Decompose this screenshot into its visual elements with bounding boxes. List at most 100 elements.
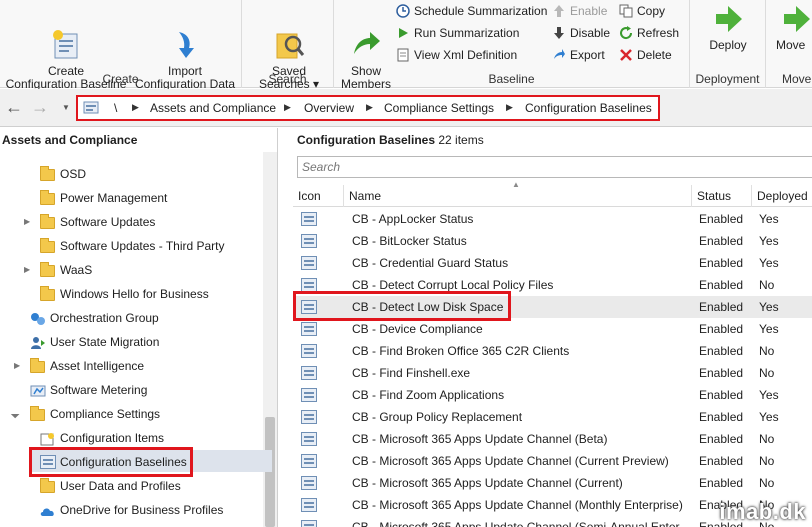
deploy-button[interactable]: Deploy bbox=[698, 2, 758, 52]
results-pane: Configuration Baselines 22 items Search … bbox=[290, 128, 812, 527]
table-row[interactable]: CB - Microsoft 365 Apps Update Channel (… bbox=[293, 450, 812, 472]
folder-icon bbox=[40, 190, 56, 205]
configuration-baseline-icon bbox=[301, 366, 317, 380]
group-label-baseline: Baseline bbox=[488, 72, 535, 86]
breadcrumb-compliance-settings[interactable]: Compliance Settings bbox=[384, 101, 494, 115]
ribbon-group-search: Saved Searches ▾ Search bbox=[242, 0, 334, 91]
row-status: Enabled bbox=[699, 388, 744, 402]
chevron-right-icon[interactable]: ▶ bbox=[506, 102, 513, 113]
table-row[interactable]: CB - Group Policy Replacement Enabled Yes bbox=[293, 406, 812, 428]
export-label: Export bbox=[570, 48, 605, 62]
column-header-deployed[interactable]: Deployed bbox=[752, 185, 812, 207]
configuration-baseline-icon bbox=[301, 476, 317, 490]
configuration-baseline-icon bbox=[301, 234, 317, 248]
row-deployed: No bbox=[759, 366, 775, 380]
row-deployed: Yes bbox=[759, 256, 779, 270]
copy-button[interactable]: Copy bbox=[619, 1, 665, 21]
column-header-status[interactable]: Status bbox=[692, 185, 752, 207]
orchestration-group-icon bbox=[30, 311, 46, 325]
expand-arrow-icon[interactable]: ▶ bbox=[24, 259, 30, 281]
group-label-search: Search bbox=[268, 72, 307, 86]
row-status: Enabled bbox=[699, 322, 744, 336]
expand-arrow-icon[interactable]: ▶ bbox=[14, 355, 20, 377]
enable-button[interactable]: Enable bbox=[552, 1, 607, 21]
row-status: Enabled bbox=[699, 212, 744, 226]
ribbon-group-move: Move Move bbox=[766, 0, 812, 88]
breadcrumb-root[interactable]: \ bbox=[114, 101, 117, 115]
row-name: CB - AppLocker Status bbox=[352, 212, 474, 226]
table-row[interactable]: CB - BitLocker Status Enabled Yes bbox=[293, 230, 812, 252]
export-button[interactable]: Export bbox=[552, 45, 605, 65]
column-header-name[interactable]: Name bbox=[344, 185, 692, 207]
history-dropdown-icon[interactable]: ▼ bbox=[56, 98, 76, 118]
table-row[interactable]: CB - Credential Guard Status Enabled Yes bbox=[293, 252, 812, 274]
view-xml-definition-button[interactable]: View Xml Definition bbox=[396, 45, 517, 65]
row-status: Enabled bbox=[699, 234, 744, 248]
search-input[interactable]: Search bbox=[297, 156, 812, 178]
disable-button[interactable]: Disable bbox=[552, 23, 610, 43]
configuration-baseline-icon bbox=[301, 278, 317, 292]
row-status: Enabled bbox=[699, 256, 744, 270]
chevron-right-icon[interactable]: ▶ bbox=[132, 102, 139, 113]
forward-arrow-icon[interactable]: → bbox=[30, 98, 50, 118]
chevron-right-icon[interactable]: ▶ bbox=[366, 102, 373, 113]
copy-label: Copy bbox=[637, 4, 666, 18]
breadcrumb: \ ▶ Assets and Compliance ▶ Overview ▶ C… bbox=[76, 95, 660, 121]
breadcrumb-overview[interactable]: Overview bbox=[304, 101, 354, 115]
move-label: Move bbox=[776, 38, 806, 52]
table-row[interactable]: CB - Microsoft 365 Apps Update Channel (… bbox=[293, 428, 812, 450]
column-headers: Icon Name Status Deployed bbox=[293, 185, 812, 207]
breadcrumb-assets-and-compliance[interactable]: Assets and Compliance bbox=[150, 101, 276, 115]
move-button[interactable]: Move bbox=[776, 2, 812, 52]
expand-arrow-icon[interactable]: ▶ bbox=[24, 211, 30, 233]
run-summarization-button[interactable]: Run Summarization bbox=[396, 23, 519, 43]
row-status: Enabled bbox=[699, 432, 744, 446]
refresh-icon bbox=[619, 26, 633, 40]
group-label-deployment: Deployment bbox=[695, 72, 760, 86]
configuration-baseline-icon bbox=[301, 498, 317, 512]
row-status: Enabled bbox=[699, 366, 744, 380]
folder-icon bbox=[40, 166, 56, 181]
results-title: Configuration Baselines 22 items bbox=[297, 133, 484, 147]
folder-icon bbox=[30, 358, 46, 373]
xml-label: View Xml Definition bbox=[414, 48, 518, 62]
refresh-button[interactable]: Refresh bbox=[619, 23, 679, 43]
table-row[interactable]: CB - Find Finshell.exe Enabled No bbox=[293, 362, 812, 384]
row-status: Enabled bbox=[699, 300, 744, 314]
row-name: CB - Microsoft 365 Apps Update Channel (… bbox=[352, 498, 683, 512]
delete-button[interactable]: Delete bbox=[619, 45, 672, 65]
schedule-summarization-button[interactable]: Schedule Summarization bbox=[396, 1, 547, 21]
chevron-right-icon[interactable]: ▶ bbox=[284, 102, 291, 113]
highlight-box bbox=[293, 291, 511, 321]
row-deployed: Yes bbox=[759, 212, 779, 226]
row-name: CB - Find Broken Office 365 C2R Clients bbox=[352, 344, 570, 358]
configuration-baseline-icon bbox=[301, 212, 317, 226]
navigation-pane-title: Assets and Compliance bbox=[2, 133, 138, 147]
collapse-arrow-icon[interactable]: ◢ bbox=[5, 404, 25, 424]
table-row[interactable]: CB - AppLocker Status Enabled Yes bbox=[293, 208, 812, 230]
enable-arrow-icon bbox=[552, 4, 566, 18]
row-name: CB - BitLocker Status bbox=[352, 234, 467, 248]
row-deployed: Yes bbox=[759, 410, 779, 424]
tree-item-label: User Data and Profiles bbox=[60, 479, 181, 493]
copy-icon bbox=[619, 4, 633, 18]
configuration-baseline-icon bbox=[301, 344, 317, 358]
column-header-icon[interactable]: Icon bbox=[293, 185, 344, 207]
tree-item-label: Software Updates bbox=[60, 215, 156, 229]
tree-item-label: Orchestration Group bbox=[50, 311, 159, 325]
back-arrow-icon[interactable]: ← bbox=[4, 98, 24, 118]
ribbon: Create Configuration Baseline Import Con… bbox=[0, 0, 812, 91]
clock-icon bbox=[396, 4, 410, 18]
folder-icon bbox=[40, 214, 56, 229]
table-row[interactable]: CB - Find Zoom Applications Enabled Yes bbox=[293, 384, 812, 406]
row-status: Enabled bbox=[699, 476, 744, 490]
breadcrumb-configuration-baselines[interactable]: Configuration Baselines bbox=[525, 101, 652, 115]
nav-scrollbar-thumb[interactable] bbox=[265, 417, 275, 527]
disable-arrow-icon bbox=[552, 26, 566, 40]
table-row[interactable]: CB - Device Compliance Enabled Yes bbox=[293, 318, 812, 340]
import-arrow-icon bbox=[169, 15, 201, 58]
table-row[interactable]: CB - Microsoft 365 Apps Update Channel (… bbox=[293, 472, 812, 494]
tree-item-label: Software Metering bbox=[50, 383, 148, 397]
group-label-create: Create bbox=[102, 72, 139, 86]
table-row[interactable]: CB - Find Broken Office 365 C2R Clients E… bbox=[293, 340, 812, 362]
